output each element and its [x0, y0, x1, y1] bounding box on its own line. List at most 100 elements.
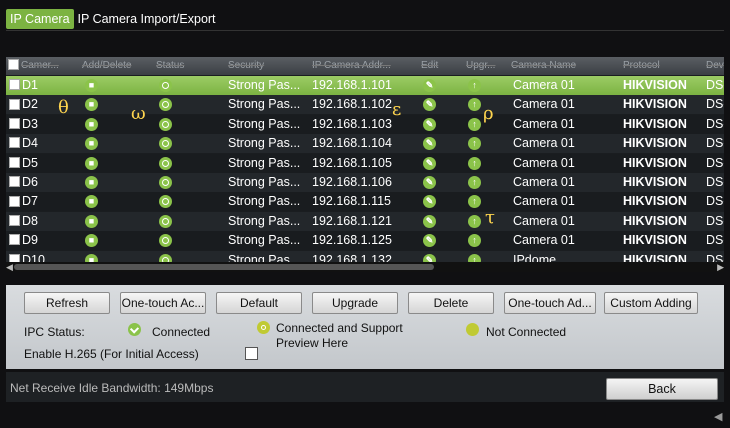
connected-label: Connected: [152, 325, 211, 339]
row-checkbox[interactable]: [9, 98, 20, 110]
play-circle-icon: [159, 234, 172, 248]
custom-adding-button[interactable]: Custom Adding: [604, 292, 698, 314]
pencil-icon[interactable]: ✎: [423, 176, 436, 189]
pencil-icon[interactable]: ✎: [423, 137, 436, 151]
row-checkbox[interactable]: [9, 195, 20, 207]
camera-cell[interactable]: D4: [9, 134, 69, 153]
camera-name-cell: Camera 01: [513, 233, 575, 248]
table-row[interactable]: D3 ■ Strong Pas... 192.168.1.103 ✎ ↑ Camera 01…: [6, 114, 724, 134]
device-cell: DS-: [706, 97, 724, 112]
ip-address-cell: 192.168.1.121: [312, 213, 392, 228]
play-circle-icon: [159, 137, 172, 151]
table-row[interactable]: D5 ■ Strong Pas... 192.168.1.105 ✎ ↑ Camera 01…: [6, 153, 724, 173]
arrow-up-icon[interactable]: ↑: [468, 117, 481, 131]
footer-bar: Net Receive Idle Bandwidth: 149Mbps Back: [6, 372, 724, 402]
trash-icon[interactable]: ■: [85, 214, 98, 228]
table-row[interactable]: D9 ■ Strong Pas... 192.168.1.125 ✎ ↑ Camera 01…: [6, 231, 724, 251]
refresh-button[interactable]: Refresh: [24, 292, 110, 314]
ip-address-cell: 192.168.1.105: [312, 155, 392, 170]
device-cell: DS-: [706, 175, 724, 189]
preview-icon: [257, 321, 270, 334]
header-camera[interactable]: Camer...: [8, 57, 63, 75]
pencil-icon[interactable]: ✎: [423, 98, 436, 112]
row-checkbox[interactable]: [9, 215, 20, 226]
upgrade-button[interactable]: Upgrade: [312, 292, 398, 314]
tab-ip-camera[interactable]: IP Camera: [6, 9, 74, 29]
header-status[interactable]: Status: [156, 57, 216, 75]
header-ip-address[interactable]: IP Camera Addr...: [312, 57, 414, 75]
pencil-icon[interactable]: ✎: [423, 156, 436, 170]
back-button[interactable]: Back: [606, 378, 718, 400]
camera-cell[interactable]: D5: [9, 154, 69, 173]
one-touch-activate-button[interactable]: One-touch Ac...: [120, 292, 206, 314]
device-cell: DS-: [706, 136, 724, 151]
header-camera-name[interactable]: Camera Name: [511, 57, 616, 75]
camera-name-cell: Camera 01: [513, 175, 575, 189]
camera-id: D5: [22, 155, 38, 170]
arrow-up-icon[interactable]: ↑: [468, 79, 481, 92]
arrow-up-icon[interactable]: ↑: [468, 234, 481, 248]
table-row[interactable]: D2 ■ Strong Pas... 192.168.1.102 ✎ ↑ Camera 01…: [6, 95, 724, 115]
row-checkbox[interactable]: [9, 137, 20, 149]
device-cell: DS-: [706, 233, 724, 248]
header-protocol[interactable]: Protocol: [623, 57, 703, 75]
pencil-icon[interactable]: ✎: [423, 234, 436, 248]
preview-label-line2: Preview Here: [276, 336, 349, 350]
trash-icon[interactable]: ■: [85, 117, 98, 131]
tab-ip-camera-import-export[interactable]: IP Camera Import/Export: [74, 9, 220, 29]
camera-cell[interactable]: D8: [9, 212, 69, 231]
table-row[interactable]: D4 ■ Strong Pas... 192.168.1.104 ✎ ↑ Camera 01…: [6, 134, 724, 154]
scroll-left-icon[interactable]: ◀: [6, 262, 13, 272]
h265-checkbox[interactable]: [245, 347, 258, 360]
pencil-icon[interactable]: ✎: [423, 214, 436, 228]
camera-cell[interactable]: D1: [9, 76, 69, 95]
scrollbar-thumb[interactable]: [14, 264, 434, 270]
table-row[interactable]: D7 ■ Strong Pas... 192.168.1.115 ✎ ↑ Camera 01…: [6, 192, 724, 212]
scroll-right-icon[interactable]: ▶: [717, 262, 724, 272]
camera-id: D4: [22, 136, 38, 151]
camera-cell[interactable]: D6: [9, 173, 69, 192]
trash-icon[interactable]: ■: [85, 98, 98, 112]
device-cell: DS-: [706, 194, 724, 209]
arrow-up-icon[interactable]: ↑: [468, 176, 481, 189]
row-checkbox[interactable]: [9, 156, 20, 168]
header-edit[interactable]: Edit: [421, 57, 461, 75]
arrow-up-icon[interactable]: ↑: [468, 195, 481, 209]
trash-icon[interactable]: ■: [85, 195, 98, 209]
delete-button[interactable]: Delete: [408, 292, 494, 314]
not-connected-label: Not Connected: [486, 325, 567, 339]
header-security[interactable]: Security: [228, 57, 304, 75]
table-row[interactable]: D1 ■ Strong Pas... 192.168.1.101 ✎ ↑ Camera 01…: [6, 76, 724, 95]
row-checkbox[interactable]: [9, 176, 20, 188]
overlay-glyph: τ: [485, 207, 495, 228]
trash-icon[interactable]: ■: [85, 137, 98, 151]
pencil-icon[interactable]: ✎: [423, 195, 436, 209]
header-add-delete[interactable]: Add/Delete: [82, 57, 152, 75]
arrow-up-icon[interactable]: ↑: [468, 98, 481, 112]
row-checkbox[interactable]: [9, 234, 20, 246]
arrow-up-icon[interactable]: ↑: [468, 137, 481, 151]
camera-table: Camer... Add/Delete Status Security IP C…: [6, 57, 724, 272]
horizontal-scrollbar[interactable]: ◀ ▶: [6, 262, 724, 272]
trash-icon[interactable]: ■: [85, 156, 98, 170]
one-touch-add-button[interactable]: One-touch Ad...: [504, 292, 596, 314]
trash-icon[interactable]: ■: [85, 79, 98, 92]
select-all-checkbox[interactable]: [8, 58, 19, 70]
arrow-up-icon[interactable]: ↑: [468, 156, 481, 170]
pencil-icon[interactable]: ✎: [423, 79, 436, 92]
table-row[interactable]: D8 ■ Strong Pas... 192.168.1.121 ✎ ↑ Camera 01…: [6, 211, 724, 231]
table-row[interactable]: D6 ■ Strong Pas... 192.168.1.106 ✎ ↑ Camera 01…: [6, 173, 724, 192]
row-checkbox[interactable]: [9, 118, 20, 129]
pencil-icon[interactable]: ✎: [423, 117, 436, 131]
trash-icon[interactable]: ■: [85, 176, 98, 189]
header-upgrade[interactable]: Upgr...: [466, 57, 506, 75]
security-cell: Strong Pas...: [228, 213, 301, 228]
header-device[interactable]: Dev: [706, 57, 724, 75]
camera-cell[interactable]: D9: [9, 231, 69, 250]
trash-icon[interactable]: ■: [85, 234, 98, 248]
row-checkbox[interactable]: [9, 79, 20, 91]
default-button[interactable]: Default: [216, 292, 302, 314]
arrow-up-icon[interactable]: ↑: [468, 214, 481, 228]
ip-camera-window: IP Camera IP Camera Import/Export Camer.…: [0, 0, 730, 428]
camera-cell[interactable]: D7: [9, 192, 69, 211]
